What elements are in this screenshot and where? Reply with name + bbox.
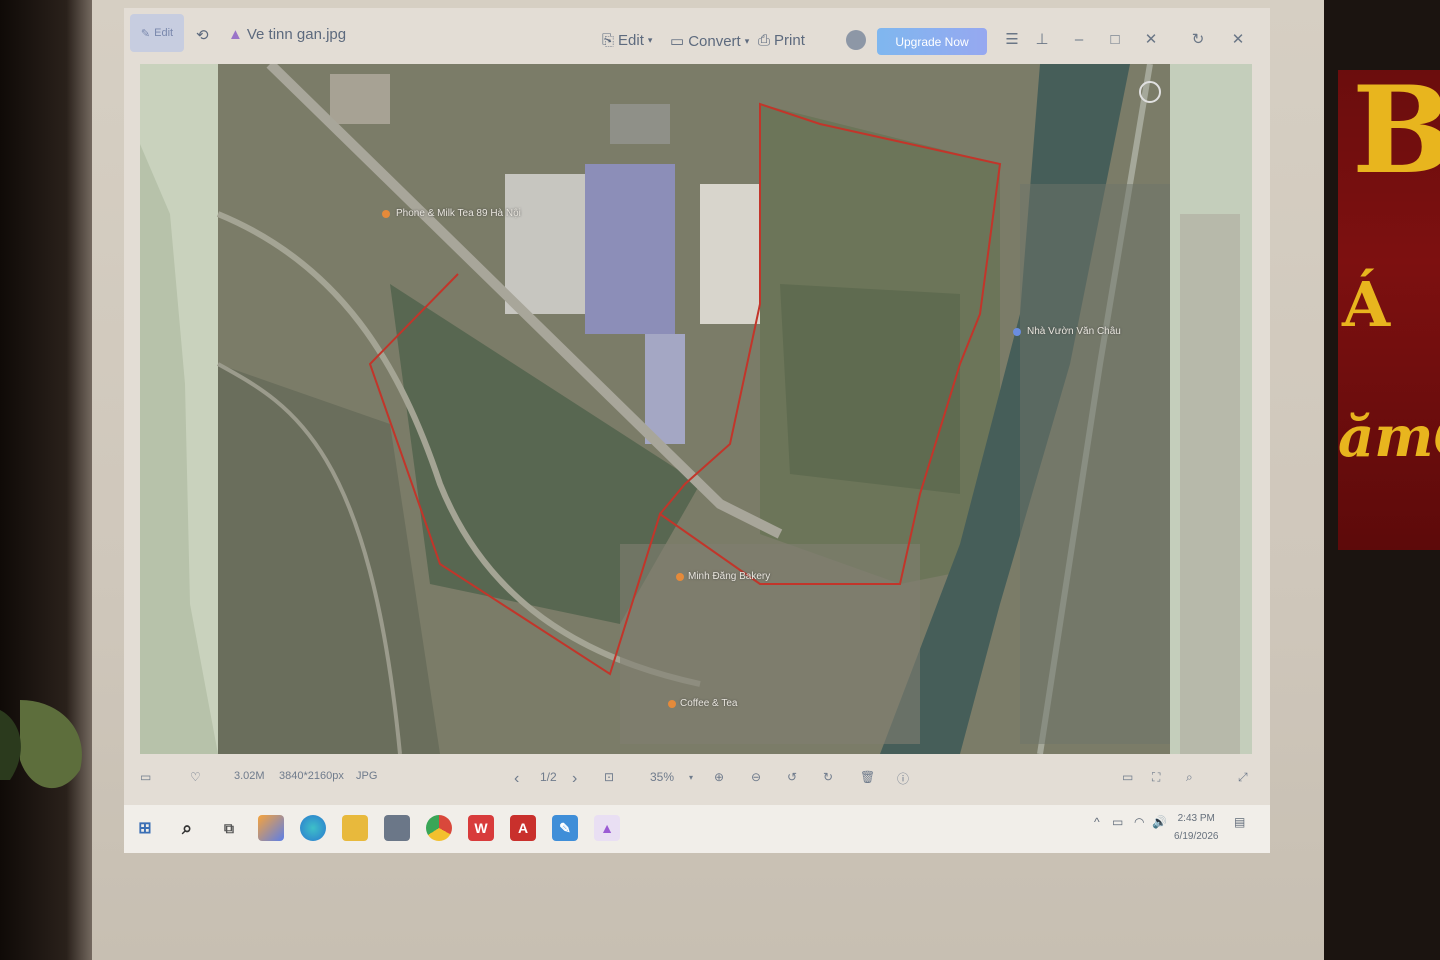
file-explorer-icon[interactable] bbox=[342, 815, 368, 841]
pin-icon[interactable]: ⊥ bbox=[1031, 28, 1053, 50]
zoom-level-select[interactable]: 35% ▾ bbox=[650, 770, 693, 784]
minimize-icon[interactable]: – bbox=[1068, 28, 1090, 50]
image-viewer-icon[interactable]: ▲ bbox=[594, 815, 620, 841]
print-button[interactable]: ⎙ Print bbox=[758, 32, 805, 49]
previous-page-icon[interactable]: ‹ bbox=[514, 770, 519, 788]
favorite-heart-icon[interactable]: ♡ bbox=[190, 770, 201, 784]
taskbar: ⊞ ⌕ ⧉ W A ✎ ▲ ^ ▭ ◠ 🔊 2:43 PM 6/19/2026 … bbox=[124, 805, 1270, 853]
edit-menu[interactable]: ⎘ Edit ▾ bbox=[602, 32, 652, 49]
hamburger-menu-icon[interactable]: ☰ bbox=[1001, 28, 1023, 50]
edge-icon[interactable] bbox=[300, 815, 326, 841]
clock-date: 6/19/2026 bbox=[1174, 831, 1219, 842]
room-wall-left bbox=[0, 0, 95, 960]
chevron-down-icon: ▾ bbox=[689, 772, 694, 782]
convert-menu[interactable]: ▭ Convert ▾ bbox=[670, 32, 750, 51]
map-label-milk-tea[interactable]: Phone & Milk Tea 89 Hà Nội bbox=[396, 208, 521, 219]
image-dimensions: 3840*2160px bbox=[279, 770, 344, 782]
wps-icon[interactable]: W bbox=[468, 815, 494, 841]
print-label: Print bbox=[774, 32, 805, 49]
avatar-icon[interactable] bbox=[846, 30, 866, 50]
zoom-level: 35% bbox=[650, 770, 675, 784]
chevron-up-icon[interactable]: ^ bbox=[1094, 815, 1100, 829]
image-format: JPG bbox=[356, 770, 378, 782]
page-indicator: 1/2 bbox=[540, 770, 557, 784]
filename: Ve tinn gan.jpg bbox=[246, 26, 347, 43]
magnify-icon[interactable]: ⌕ bbox=[1186, 770, 1193, 785]
slideshow-icon[interactable]: ▭ bbox=[1122, 770, 1133, 784]
edit-menu-label: Edit bbox=[618, 32, 644, 49]
edit-icon: ✎ bbox=[140, 27, 151, 40]
rotate-left-icon[interactable]: ↺ bbox=[787, 770, 797, 784]
file-title: ▲ Ve tinn gan.jpg bbox=[228, 26, 346, 43]
zoom-out-icon[interactable]: ⊖ bbox=[751, 770, 761, 784]
rotate-right-icon[interactable]: ↻ bbox=[823, 770, 833, 784]
wifi-icon[interactable]: ◠ bbox=[1134, 815, 1144, 829]
close-icon[interactable]: ✕ bbox=[1140, 28, 1162, 50]
lasso-icon[interactable]: ⟲ bbox=[196, 26, 209, 44]
edit-chip-label: Edit bbox=[154, 27, 174, 39]
chrome-icon[interactable] bbox=[426, 815, 452, 841]
clock-time: 2:43 PM bbox=[1177, 813, 1215, 824]
thumbnail-icon[interactable]: ▭ bbox=[140, 770, 151, 784]
map-label-coffee[interactable]: Coffee & Tea bbox=[680, 698, 737, 709]
plant-leaf bbox=[0, 700, 82, 789]
banner-letter: B bbox=[1352, 60, 1440, 201]
fullscreen-icon[interactable]: ⛶ bbox=[1152, 770, 1160, 785]
image-viewer-window: ✎ Edit ⟲ ▲ Ve tinn gan.jpg ⎘ Edit ▾ ▭ Co… bbox=[124, 8, 1270, 848]
satellite-map-image[interactable]: Phone & Milk Tea 89 Hà Nội Nhà Vườn Văn … bbox=[140, 64, 1252, 754]
upgrade-button[interactable]: Upgrade Now bbox=[877, 28, 987, 55]
next-page-icon[interactable]: › bbox=[572, 770, 577, 788]
start-icon[interactable]: ⊞ bbox=[132, 815, 158, 841]
map-drawing bbox=[140, 64, 1252, 754]
map-label-bakery[interactable]: Minh Đăng Bakery bbox=[688, 571, 770, 582]
convert-menu-label: Convert bbox=[688, 32, 741, 50]
clock[interactable]: 2:43 PM 6/19/2026 bbox=[1174, 810, 1219, 846]
viewer-bottom-toolbar: ▭ ♡ 3.02M 3840*2160px JPG ‹ 1/2 › ⊡ 35% … bbox=[124, 762, 1270, 796]
paint-icon[interactable]: ✎ bbox=[552, 815, 578, 841]
volume-icon[interactable]: 🔊 bbox=[1152, 815, 1167, 829]
chevron-down-icon: ▾ bbox=[647, 35, 653, 45]
edit-chip-button[interactable]: ✎ Edit bbox=[130, 14, 184, 52]
banner-letter: Á bbox=[1342, 268, 1391, 341]
zoom-in-icon[interactable]: ⊕ bbox=[714, 770, 724, 784]
map-label-nha-vuon[interactable]: Nhà Vườn Văn Châu bbox=[1027, 326, 1121, 337]
store-icon[interactable] bbox=[384, 815, 410, 841]
info-icon[interactable]: ⓘ bbox=[897, 770, 909, 787]
file-size: 3.02M bbox=[234, 770, 265, 782]
search-icon[interactable]: ⌕ bbox=[174, 815, 200, 841]
title-bar: ✎ Edit ⟲ ▲ Ve tinn gan.jpg ⎘ Edit ▾ ▭ Co… bbox=[124, 8, 1270, 64]
task-view-icon[interactable]: ⧉ bbox=[216, 815, 242, 841]
app-logo-icon: ▲ bbox=[228, 26, 243, 43]
chevron-down-icon: ▾ bbox=[744, 35, 750, 46]
banner-letter: ămG bbox=[1338, 404, 1440, 470]
printer-icon: ⎙ bbox=[758, 32, 771, 49]
notification-icon[interactable]: ▤ bbox=[1234, 815, 1245, 829]
rotate-icon[interactable]: ↻ bbox=[1187, 28, 1209, 50]
delete-icon[interactable]: 🗑 bbox=[860, 770, 875, 784]
battery-icon[interactable]: ▭ bbox=[1112, 815, 1123, 829]
window-close-icon[interactable]: ✕ bbox=[1227, 28, 1249, 50]
convert-icon: ▭ bbox=[670, 33, 685, 50]
maximize-icon[interactable]: □ bbox=[1104, 28, 1126, 50]
copilot-icon[interactable] bbox=[258, 815, 284, 841]
edit-menu-icon: ⎘ bbox=[602, 32, 615, 49]
expand-icon[interactable]: ⤢ bbox=[1238, 770, 1248, 785]
acrobat-icon[interactable]: A bbox=[510, 815, 536, 841]
fit-to-window-icon[interactable]: ⊡ bbox=[604, 770, 614, 784]
